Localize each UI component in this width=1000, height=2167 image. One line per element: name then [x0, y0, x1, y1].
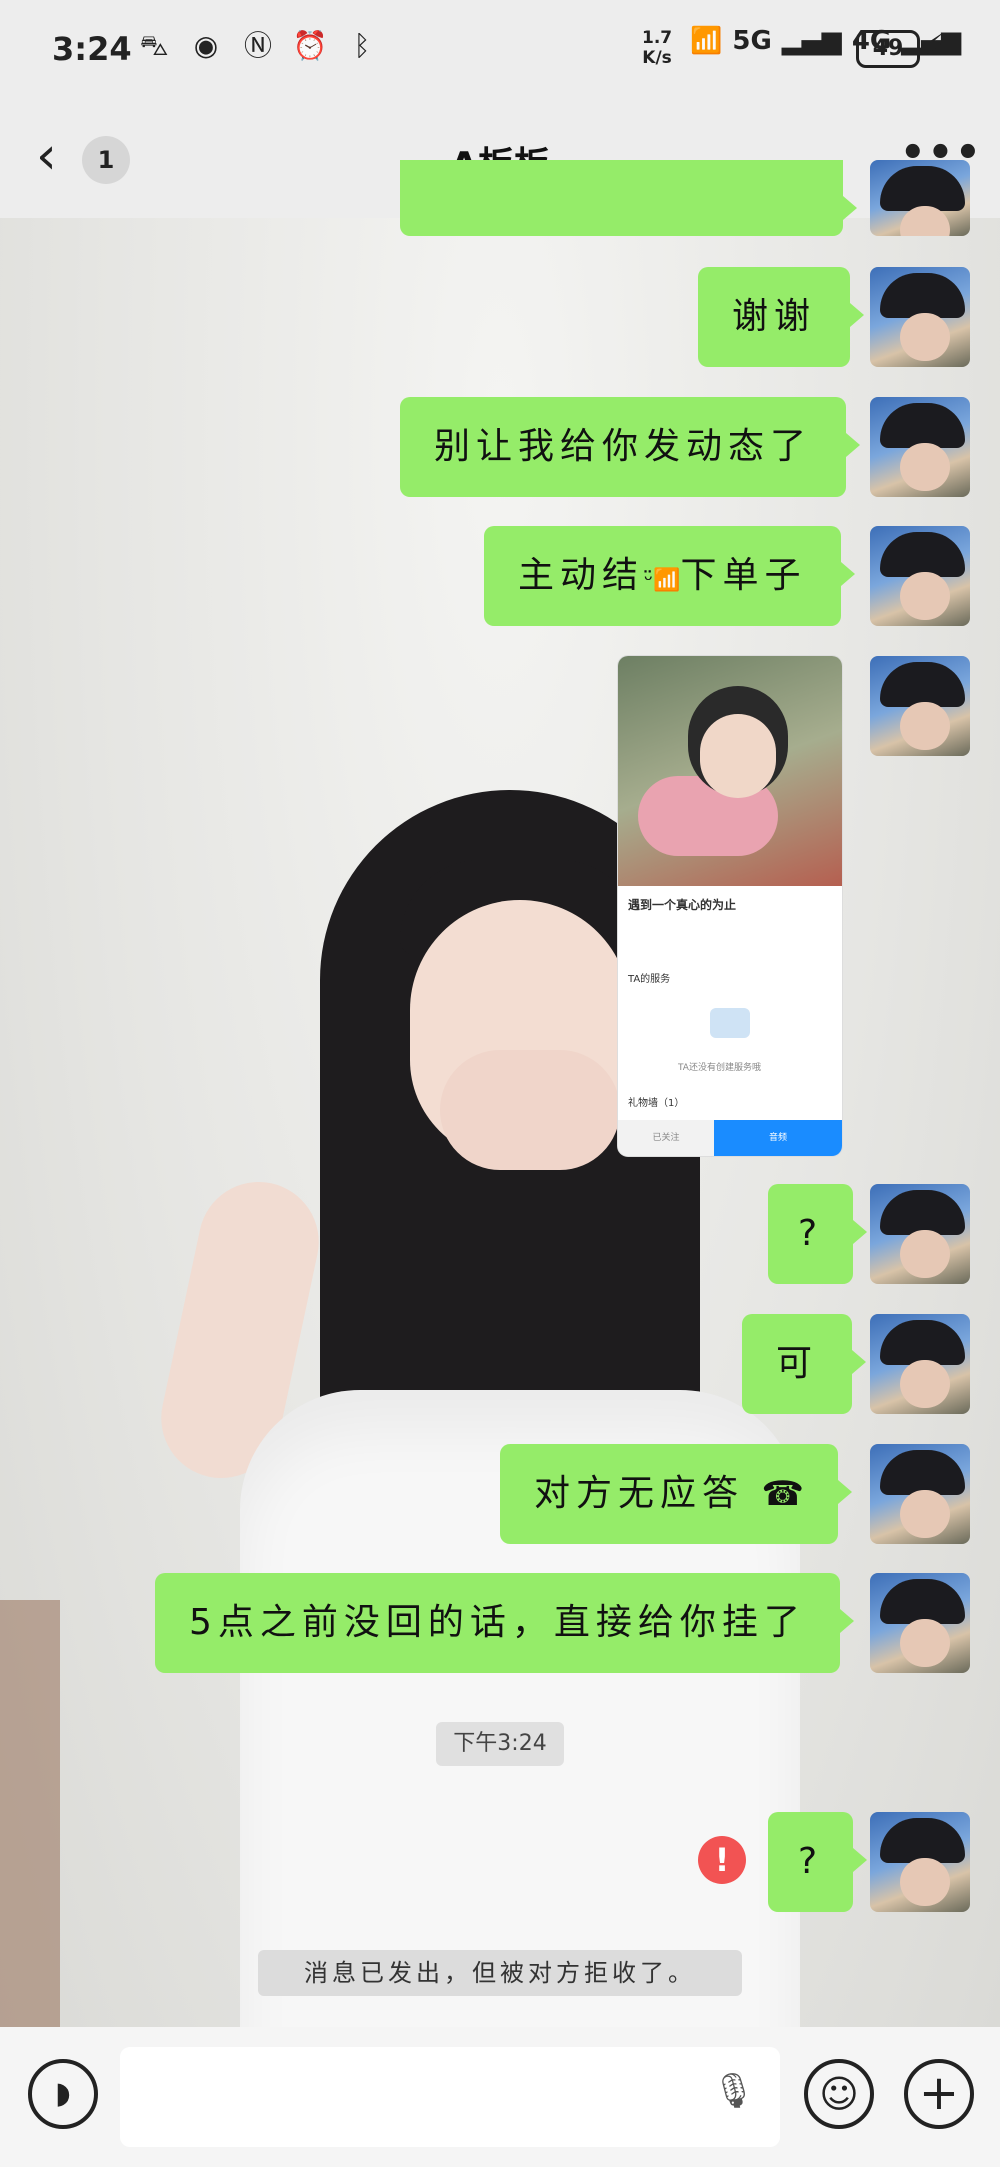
message-bubble[interactable]: 可 — [742, 1314, 867, 1414]
send-failed-icon[interactable]: ! — [698, 1836, 746, 1884]
avatar-self[interactable] — [870, 1812, 970, 1912]
eye-icon: ◉ — [193, 29, 219, 62]
image-caption: 遇到一个真心的为止 — [628, 898, 737, 912]
avatar-self[interactable] — [870, 656, 970, 756]
message-bubble[interactable]: ? — [768, 1812, 868, 1912]
message-input[interactable] — [120, 2047, 780, 2147]
call-status-text: 对方无应答 — [534, 1473, 745, 1514]
avatar-self[interactable] — [870, 267, 970, 367]
net-speed-unit: K/s — [642, 48, 672, 68]
hangup-icon: ☎ — [761, 1474, 804, 1514]
signal-5g-icon: 5G — [732, 26, 772, 56]
avatar-self[interactable] — [870, 1184, 970, 1284]
status-bar: 3:24 ⛍ ◉ Ⓝ ⏰ ᛒ 1.7 K/s 📶 5G ▂▄▆ 4G ▂▄▆ 4… — [0, 0, 1000, 100]
emoji-icon: ᵕ̈📶 — [644, 568, 681, 593]
net-speed: 1.7 K/s — [642, 28, 672, 68]
image-section: TA的服务 — [628, 974, 671, 985]
message-text-after: 下单子 — [680, 555, 807, 596]
image-button-right: 音频 — [714, 1120, 842, 1156]
avatar-self[interactable] — [870, 1573, 970, 1673]
message-bubble[interactable]: 5点之前没回的话，直接给你挂了 — [155, 1573, 854, 1673]
signal-bars-icon: ▂▄▆ — [781, 26, 842, 56]
message-text: 主动结 — [518, 555, 645, 596]
rejection-notice: 消息已发出，但被对方拒收了。 — [258, 1950, 742, 1996]
avatar-self[interactable] — [870, 526, 970, 626]
microphone-icon[interactable]: 🎙 — [712, 2071, 755, 2123]
input-bar: ◗ 🎙 ☺ + — [0, 2027, 1000, 2167]
call-record-bubble[interactable]: 对方无应答 ☎ — [500, 1444, 852, 1544]
avatar-self[interactable] — [870, 1444, 970, 1544]
nfc-icon: Ⓝ — [243, 29, 272, 62]
charging-icon: ⚡ — [924, 28, 946, 63]
battery-icon: 49 — [856, 30, 920, 68]
message-bubble-partial — [400, 160, 857, 236]
voice-input-icon[interactable]: ◗ — [28, 2059, 98, 2129]
status-icons: ⛍ ◉ Ⓝ ⏰ ᛒ — [135, 28, 381, 64]
signal-icons: 📶 5G ▂▄▆ 4G ▂▄▆ — [690, 26, 961, 56]
message-bubble[interactable]: 谢谢 — [698, 267, 865, 367]
image-list-item: 礼物墙（1） — [628, 1098, 685, 1109]
message-bubble[interactable]: 主动结ᵕ̈📶下单子 — [484, 526, 855, 626]
image-button-left: 已关注 — [618, 1120, 714, 1156]
net-speed-value: 1.7 — [642, 28, 673, 48]
message-bubble[interactable]: 别让我给你发动态了 — [400, 397, 861, 497]
avatar-self[interactable] — [870, 160, 970, 236]
empty-box-icon — [710, 1008, 750, 1038]
bluetooth-icon: ᛒ — [353, 29, 371, 62]
message-bubble[interactable]: ? — [768, 1184, 868, 1284]
avatar-self[interactable] — [870, 397, 970, 497]
alarm-icon: ⏰ — [292, 29, 328, 62]
image-empty-text: TA还没有创建服务哦 — [678, 1063, 761, 1073]
image-message[interactable]: 遇到一个真心的为止 TA的服务 TA还没有创建服务哦 礼物墙（1） 已关注 音频 — [618, 656, 842, 1156]
more-plus-icon[interactable]: + — [904, 2059, 974, 2129]
status-time: 3:24 — [52, 30, 132, 68]
avatar-self[interactable] — [870, 1314, 970, 1414]
wifi-icon: 📶 — [690, 26, 723, 56]
emoji-icon[interactable]: ☺ — [804, 2059, 874, 2129]
car-icon: ⛍ — [139, 29, 169, 62]
message-timestamp: 下午3:24 — [436, 1722, 564, 1766]
